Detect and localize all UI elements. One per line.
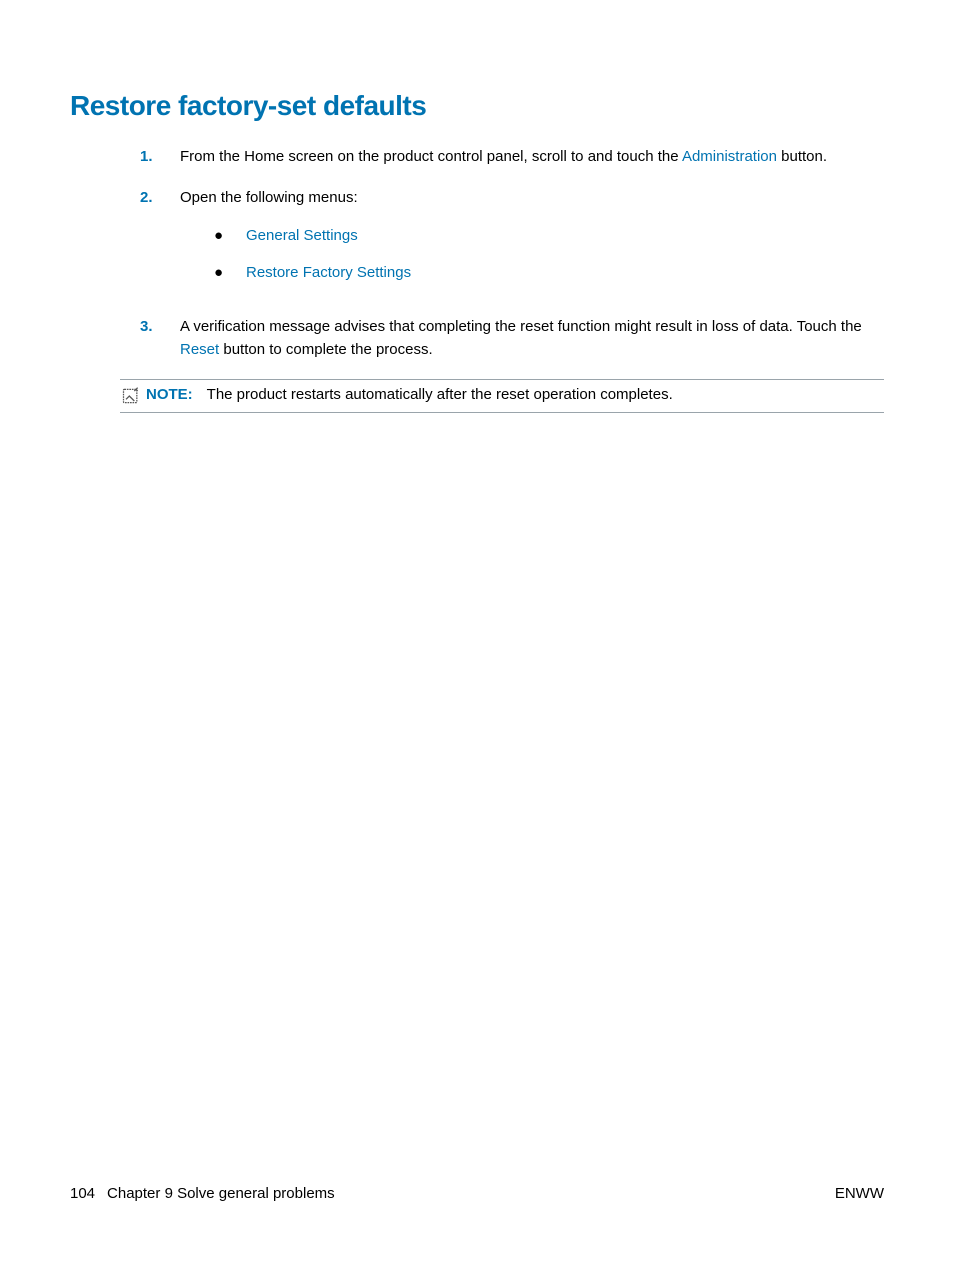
submenu-item: ● Restore Factory Settings <box>214 262 884 285</box>
bullet-icon: ● <box>214 225 246 248</box>
step-1: 1. From the Home screen on the product c… <box>140 146 884 169</box>
step-text-pre: Open the following menus: <box>180 189 358 206</box>
bullet-icon: ● <box>214 262 246 285</box>
step-2: 2. Open the following menus: ● General S… <box>140 187 884 299</box>
footer-left: 104 Chapter 9 Solve general problems <box>70 1185 335 1202</box>
step-3: 3. A verification message advises that c… <box>140 316 884 361</box>
administration-link: Administration <box>682 148 777 165</box>
note-callout: NOTE: The product restarts automatically… <box>120 379 884 413</box>
step-text: From the Home screen on the product cont… <box>180 146 884 169</box>
page-number: 104 <box>70 1185 95 1202</box>
step-text-pre: From the Home screen on the product cont… <box>180 148 682 165</box>
restore-factory-settings-link: Restore Factory Settings <box>246 262 411 285</box>
reset-link: Reset <box>180 341 219 358</box>
step-text-post: button to complete the process. <box>219 341 432 358</box>
steps-list: 1. From the Home screen on the product c… <box>140 146 884 361</box>
note-label: NOTE: <box>146 386 193 403</box>
general-settings-link: General Settings <box>246 225 358 248</box>
step-number: 3. <box>140 316 180 361</box>
step-number: 1. <box>140 146 180 169</box>
submenu-list: ● General Settings ● Restore Factory Set… <box>214 225 884 284</box>
footer-right: ENWW <box>835 1185 884 1202</box>
page-footer: 104 Chapter 9 Solve general problems ENW… <box>70 1185 884 1202</box>
note-text: The product restarts automatically after… <box>207 386 673 403</box>
step-number: 2. <box>140 187 180 299</box>
note-icon <box>120 386 142 406</box>
step-text: A verification message advises that comp… <box>180 316 884 361</box>
submenu-item: ● General Settings <box>214 225 884 248</box>
page-heading: Restore factory-set defaults <box>70 90 884 122</box>
step-text-post: button. <box>777 148 827 165</box>
step-text-pre: A verification message advises that comp… <box>180 318 862 335</box>
step-text: Open the following menus: ● General Sett… <box>180 187 884 299</box>
chapter-title: Chapter 9 Solve general problems <box>107 1185 335 1202</box>
